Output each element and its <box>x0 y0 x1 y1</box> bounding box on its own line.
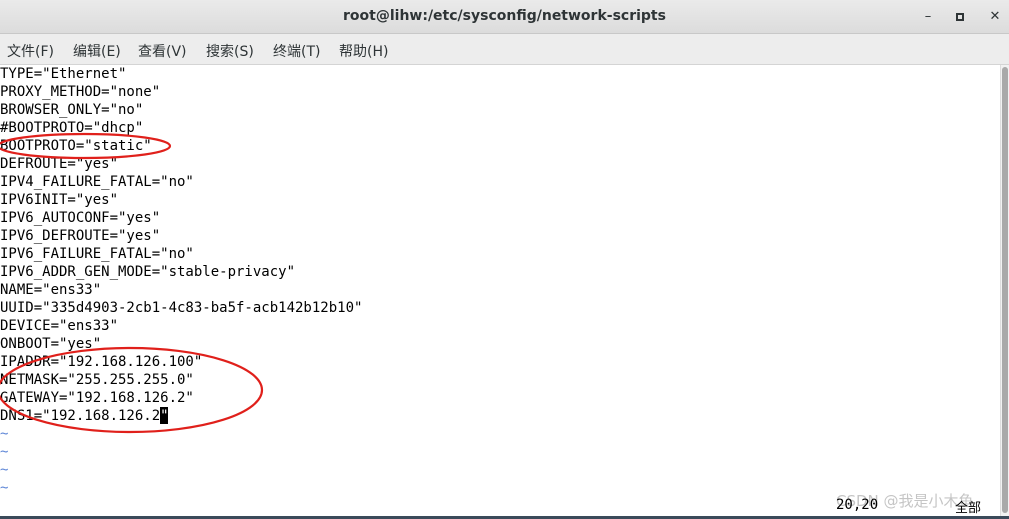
editor-line: NETMASK="255.255.255.0" <box>0 372 194 388</box>
editor-line: IPV6_DEFROUTE="yes" <box>0 228 161 244</box>
editor-line: IPV6_FAILURE_FATAL="no" <box>0 246 194 262</box>
editor-line: BOOTPROTO="static" <box>0 138 152 154</box>
editor-line: IPV6INIT="yes" <box>0 192 119 208</box>
menu-search[interactable]: 搜索(S) <box>206 41 254 61</box>
editor-line: TYPE="Ethernet" <box>0 66 127 82</box>
menu-terminal[interactable]: 终端(T) <box>273 41 320 61</box>
empty-line-marker: ~ <box>0 462 9 478</box>
editor-line: GATEWAY="192.168.126.2" <box>0 390 194 406</box>
scrollbar-thumb[interactable] <box>1002 67 1008 513</box>
editor-line: ONBOOT="yes" <box>0 336 102 352</box>
menu-help[interactable]: 帮助(H) <box>339 41 388 61</box>
editor-line: BROWSER_ONLY="no" <box>0 102 144 118</box>
window-title: root@lihw:/etc/sysconfig/network-scripts <box>343 8 666 24</box>
close-icon[interactable]: ✕ <box>985 7 1005 27</box>
editor-line-current: DNS1="192.168.126.2" <box>0 407 169 425</box>
text-cursor: " <box>160 407 169 424</box>
editor-line: IPV4_FAILURE_FATAL="no" <box>0 174 194 190</box>
editor-line: IPV6_AUTOCONF="yes" <box>0 210 161 226</box>
menu-edit[interactable]: 编辑(E) <box>73 41 121 61</box>
vertical-scrollbar[interactable] <box>1000 65 1009 517</box>
menu-view[interactable]: 查看(V) <box>138 41 187 61</box>
scroll-scope: 全部 <box>955 501 982 516</box>
editor-line-text: DNS1="192.168.126.2 <box>0 408 161 424</box>
menu-file[interactable]: 文件(F) <box>7 41 54 61</box>
editor-line: #BOOTPROTO="dhcp" <box>0 120 144 136</box>
minimize-icon[interactable]: – <box>918 7 938 27</box>
title-bar: root@lihw:/etc/sysconfig/network-scripts… <box>0 0 1009 34</box>
editor-line: UUID="335d4903-2cb1-4c83-ba5f-acb142b12b… <box>0 300 363 316</box>
editor-line: NAME="ens33" <box>0 282 102 298</box>
empty-line-marker: ~ <box>0 444 9 460</box>
menu-bar: 文件(F) 编辑(E) 查看(V) 搜索(S) 终端(T) 帮助(H) <box>0 34 1009 65</box>
editor-line: IPADDR="192.168.126.100" <box>0 354 203 370</box>
editor-line: PROXY_METHOD="none" <box>0 84 161 100</box>
editor-line: IPV6_ADDR_GEN_MODE="stable-privacy" <box>0 264 296 280</box>
terminal-view[interactable]: TYPE="Ethernet" PROXY_METHOD="none" BROW… <box>0 65 1000 517</box>
editor-line: DEVICE="ens33" <box>0 318 119 334</box>
cursor-position: 20,20 <box>836 497 879 513</box>
editor-line: DEFROUTE="yes" <box>0 156 119 172</box>
maximize-icon[interactable] <box>950 7 970 27</box>
empty-line-marker: ~ <box>0 480 9 496</box>
empty-line-marker: ~ <box>0 426 9 442</box>
